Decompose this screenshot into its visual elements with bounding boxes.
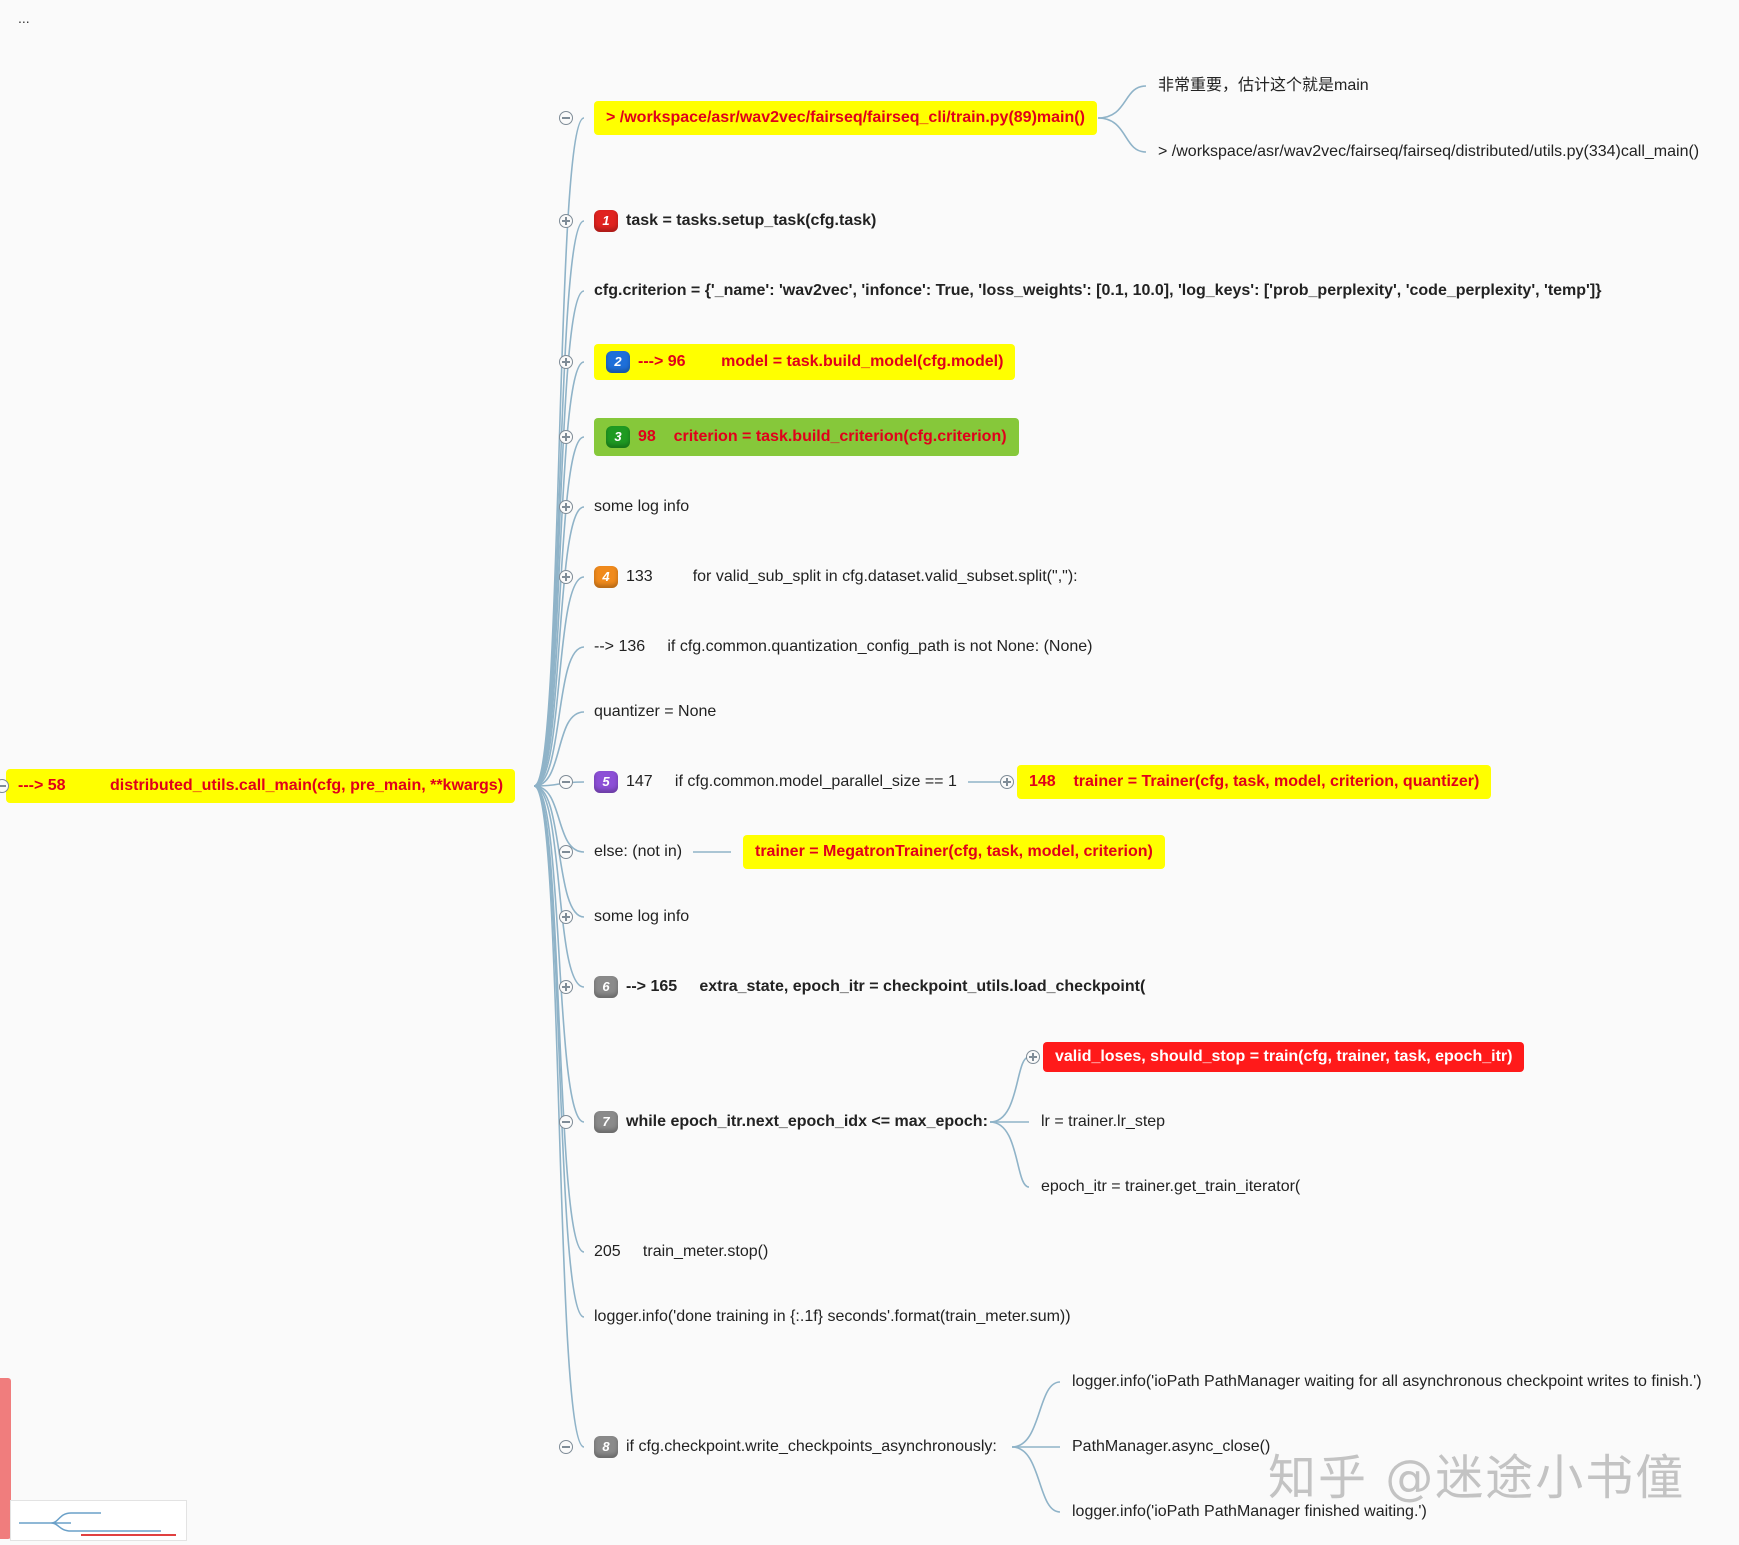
branch-node-12-label: --> 165 extra_state, epoch_itr = checkpo… xyxy=(626,978,1146,995)
connector-line xyxy=(1011,1381,1061,1448)
branch-node-2-label: cfg.criterion = {'_name': 'wav2vec', 'in… xyxy=(594,282,1602,299)
branch-1-expand-icon[interactable] xyxy=(559,214,573,228)
priority-3-badge-icon: 3 xyxy=(606,426,630,448)
minimap[interactable] xyxy=(10,1500,187,1541)
branch-node-16[interactable]: 8 if cfg.checkpoint.write_checkpoints_asy… xyxy=(594,1436,997,1458)
connector-line xyxy=(533,646,585,787)
connector-line xyxy=(1097,85,1147,119)
branch-node-10[interactable]: else: (not in) xyxy=(594,842,682,862)
child-node-b9-0-label: 148 trainer = Trainer(cfg, task, model, … xyxy=(1029,773,1480,790)
priority-5-badge-icon: 5 xyxy=(594,771,618,793)
branch-node-12[interactable]: 6 --> 165 extra_state, epoch_itr = checkp… xyxy=(594,976,1145,998)
child-node-b0-0[interactable]: 非常重要，估计这个就是main xyxy=(1158,76,1369,96)
branch-13-collapse-icon[interactable] xyxy=(559,1115,573,1129)
connector-line xyxy=(989,1121,1030,1188)
child-node-b13-2[interactable]: epoch_itr = trainer.get_train_iterator( xyxy=(1041,1177,1300,1197)
branch-5-expand-icon[interactable] xyxy=(559,500,573,514)
child-node-b13-1[interactable]: lr = trainer.lr_step xyxy=(1041,1112,1165,1132)
branch-node-11-label: some log info xyxy=(594,908,690,925)
branch-10-collapse-icon[interactable] xyxy=(559,845,573,859)
branch-node-13-label: while epoch_itr.next_epoch_idx <= max_ep… xyxy=(626,1113,988,1130)
root-node[interactable]: ---> 58 distributed_utils.call_main(cfg,… xyxy=(6,769,516,803)
child-node-b16-0[interactable]: logger.info('ioPath PathManager waiting … xyxy=(1072,1372,1702,1392)
branch-node-14[interactable]: 205 train_meter.stop() xyxy=(594,1242,768,1262)
connector-line xyxy=(989,1056,1030,1123)
child-node-b9-0[interactable]: 148 trainer = Trainer(cfg, task, model, … xyxy=(1017,765,1492,799)
branch-node-5-label: some log info xyxy=(594,498,690,515)
branch-16-collapse-icon[interactable] xyxy=(559,1440,573,1454)
priority-6-badge-icon: 6 xyxy=(594,976,618,998)
branch-node-1-label: task = tasks.setup_task(cfg.task) xyxy=(626,212,877,229)
watermark: 知乎 @迷途小书僮 xyxy=(1268,1450,1686,1506)
child-node-b16-0-label: logger.info('ioPath PathManager waiting … xyxy=(1072,1373,1702,1390)
branch-11-expand-icon[interactable] xyxy=(559,910,573,924)
branch-0-collapse-icon[interactable] xyxy=(559,111,573,125)
connector-line xyxy=(533,785,585,1318)
branch-node-4-label: 98 criterion = task.build_criterion(cfg.… xyxy=(638,428,1007,445)
connector-line xyxy=(1097,117,1147,153)
branch-node-8-label: quantizer = None xyxy=(594,703,717,720)
branch-3-expand-icon[interactable] xyxy=(559,355,573,369)
minimap-preview xyxy=(19,1512,176,1536)
branch-node-13[interactable]: 7 while epoch_itr.next_epoch_idx <= max_e… xyxy=(594,1111,988,1133)
branch-4-expand-icon[interactable] xyxy=(559,430,573,444)
child-node-b13-2-label: epoch_itr = trainer.get_train_iterator( xyxy=(1041,1178,1301,1195)
branch-6-expand-icon[interactable] xyxy=(559,570,573,584)
branch-node-7[interactable]: --> 136 if cfg.common.quantization_confi… xyxy=(594,637,1093,657)
branch-node-16-label: if cfg.checkpoint.write_checkpoints_asyn… xyxy=(626,1438,997,1455)
branch-node-2[interactable]: cfg.criterion = {'_name': 'wav2vec', 'in… xyxy=(594,281,1601,301)
branch-node-1[interactable]: 1 task = tasks.setup_task(cfg.task) xyxy=(594,210,876,232)
child-node-b16-1[interactable]: PathManager.async_close() xyxy=(1072,1437,1270,1457)
priority-4-badge-icon: 4 xyxy=(594,566,618,588)
child-node-b10-0-label: trainer = MegatronTrainer(cfg, task, mod… xyxy=(755,843,1153,860)
branch-node-7-label: --> 136 if cfg.common.quantization_confi… xyxy=(594,638,1093,655)
branch-node-6-label: 133 for valid_sub_split in cfg.dataset.v… xyxy=(626,568,1078,585)
branch-node-15[interactable]: logger.info('done training in {:.1f} sec… xyxy=(594,1307,1071,1327)
child-node-b16-1-label: PathManager.async_close() xyxy=(1072,1438,1271,1455)
child-node-b0-1[interactable]: > /workspace/asr/wav2vec/fairseq/fairseq… xyxy=(1158,142,1699,162)
branch-node-0-label: > /workspace/asr/wav2vec/fairseq/fairseq… xyxy=(606,109,1085,126)
priority-1-badge-icon: 1 xyxy=(594,210,618,232)
child-node-b10-0[interactable]: trainer = MegatronTrainer(cfg, task, mod… xyxy=(743,835,1165,869)
branch-node-9[interactable]: 5 147 if cfg.common.model_parallel_size =… xyxy=(594,771,957,793)
connector-line xyxy=(1011,1446,1061,1513)
root-node-label: ---> 58 distributed_utils.call_main(cfg,… xyxy=(18,777,504,794)
branch-node-4[interactable]: 3 98 criterion = task.build_criterion(cfg… xyxy=(594,418,1019,456)
branch-node-5[interactable]: some log info xyxy=(594,497,689,517)
branch-node-0[interactable]: > /workspace/asr/wav2vec/fairseq/fairseq… xyxy=(594,101,1097,135)
branch-node-11[interactable]: some log info xyxy=(594,907,689,927)
branch-node-6[interactable]: 4 133 for valid_sub_split in cfg.dataset.… xyxy=(594,566,1078,588)
branch-node-10-label: else: (not in) xyxy=(594,843,683,860)
branch-node-8[interactable]: quantizer = None xyxy=(594,702,716,722)
child-node-b0-0-label: 非常重要，估计这个就是main xyxy=(1158,77,1369,94)
child-node-b13-1-label: lr = trainer.lr_step xyxy=(1041,1113,1166,1130)
priority-2-badge-icon: 2 xyxy=(606,351,630,373)
branch-node-15-label: logger.info('done training in {:.1f} sec… xyxy=(594,1308,1071,1325)
child-node-b13-0[interactable]: valid_loses, should_stop = train(cfg, tr… xyxy=(1043,1042,1525,1072)
branch-12-expand-icon[interactable] xyxy=(559,980,573,994)
branch-node-9-label: 147 if cfg.common.model_parallel_size ==… xyxy=(626,773,957,790)
collapsed-parent-ellipsis[interactable]: ... xyxy=(18,10,30,26)
child-b13-0-expand-icon[interactable] xyxy=(1026,1050,1040,1064)
child-node-b0-1-label: > /workspace/asr/wav2vec/fairseq/fairseq… xyxy=(1158,143,1700,160)
priority-8-badge-icon: 8 xyxy=(594,1436,618,1458)
branch-9-collapse-icon[interactable] xyxy=(559,775,573,789)
branch-node-3-label: ---> 96 model = task.build_model(cfg.mod… xyxy=(638,353,1004,370)
child-node-b13-0-label: valid_loses, should_stop = train(cfg, tr… xyxy=(1055,1048,1513,1065)
priority-7-badge-icon: 7 xyxy=(594,1111,618,1133)
branch-node-14-label: 205 train_meter.stop() xyxy=(594,1243,769,1260)
branch-node-3[interactable]: 2 ---> 96 model = task.build_model(cfg.mo… xyxy=(594,344,1016,380)
mind-map-canvas: ... ---> 58 distributed_utils.call_main(… xyxy=(0,0,1739,1541)
child-b9-0-expand-icon[interactable] xyxy=(1000,775,1014,789)
